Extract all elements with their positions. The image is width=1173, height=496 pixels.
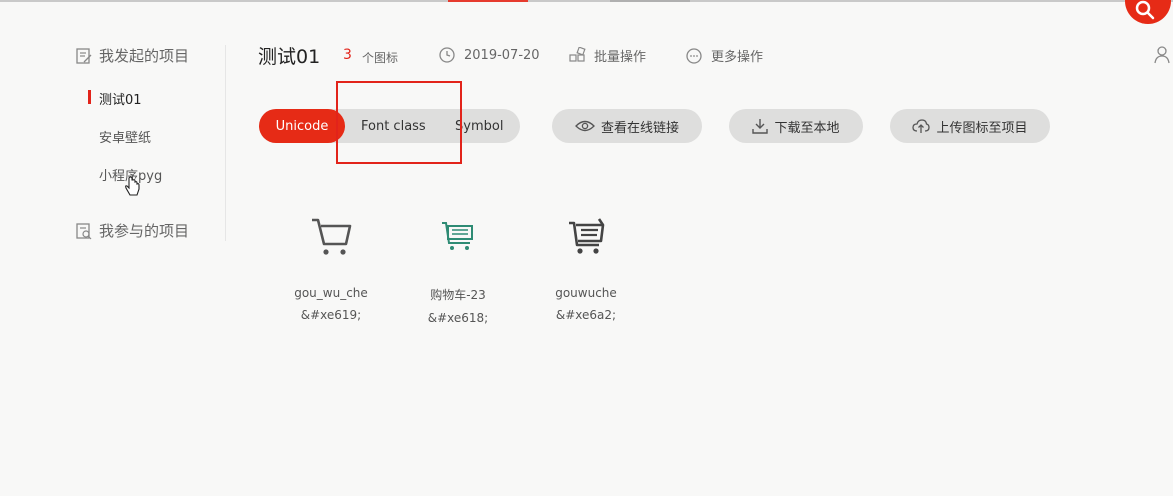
- my-projects-header[interactable]: 我发起的项目: [75, 45, 189, 66]
- tab-symbol[interactable]: Symbol: [455, 119, 503, 134]
- tab-unicode[interactable]: Unicode: [259, 109, 345, 143]
- date-label: 2019-07-20: [464, 47, 540, 63]
- view-link-label: 查看在线链接: [600, 120, 679, 136]
- joined-projects-label: 我参与的项目: [99, 222, 190, 240]
- document-search-icon: [76, 222, 92, 239]
- top-tab-indicator-secondary: [610, 0, 690, 2]
- batch-label: 批量操作: [594, 50, 647, 65]
- search-icon: [1135, 0, 1155, 20]
- icon-card-cart-23[interactable]: 购物车-23 &#xe618;: [403, 210, 513, 325]
- user-icon[interactable]: [1153, 45, 1173, 65]
- created-date: 2019-07-20: [438, 46, 540, 64]
- more-icon: [686, 47, 702, 64]
- joined-projects-header[interactable]: 我参与的项目: [75, 220, 189, 241]
- project-title: 测试01: [258, 46, 321, 68]
- cart-lines-icon: [569, 218, 605, 254]
- icon-name: gouwuche: [555, 286, 617, 300]
- icon-count-label: 个图标: [362, 51, 399, 65]
- more-label: 更多操作: [711, 50, 764, 65]
- batch-operation-button[interactable]: 批量操作: [568, 46, 646, 65]
- cart-icon: [312, 218, 352, 255]
- document-edit-icon: [76, 47, 92, 64]
- icon-code: &#xe6a2;: [555, 308, 617, 322]
- more-operations-button[interactable]: 更多操作: [685, 46, 763, 65]
- hand-cursor-icon: [125, 176, 140, 196]
- grid-icon: [569, 46, 586, 62]
- cart-list-icon: [442, 222, 473, 250]
- icon-code: &#xe618;: [427, 311, 489, 325]
- search-button[interactable]: [1125, 0, 1171, 24]
- download-button[interactable]: 下载至本地: [729, 109, 863, 143]
- icon-name: 购物车-23: [430, 288, 486, 302]
- icon-code: &#xe619;: [300, 308, 362, 322]
- upload-button[interactable]: 上传图标至项目: [890, 109, 1050, 143]
- my-projects-label: 我发起的项目: [99, 47, 190, 65]
- download-label: 下载至本地: [774, 120, 840, 136]
- sidebar-item-ceshi01[interactable]: 测试01: [99, 89, 142, 108]
- sidebar-divider: [225, 45, 226, 241]
- icon-card-gouwuche[interactable]: gouwuche &#xe6a2;: [531, 210, 641, 322]
- icon-card-gou-wu-che[interactable]: gou_wu_che &#xe619;: [276, 210, 386, 322]
- sidebar-item-android-wallpaper[interactable]: 安卓壁纸: [99, 127, 151, 146]
- download-icon: [752, 119, 769, 134]
- clock-icon: [439, 47, 455, 63]
- upload-label: 上传图标至项目: [936, 120, 1028, 136]
- icon-count: 3: [343, 47, 352, 63]
- active-indicator: [88, 90, 91, 104]
- top-tab-indicator: [448, 0, 528, 2]
- annotation-highlight-box: [336, 81, 462, 164]
- cloud-upload-icon: [912, 119, 931, 133]
- sidebar: 我发起的项目 测试01 安卓壁纸 小程序pyg 我参与的项目: [75, 0, 225, 250]
- eye-icon: [575, 120, 595, 132]
- icon-name: gou_wu_che: [294, 286, 368, 300]
- view-online-link-button[interactable]: 查看在线链接: [552, 109, 702, 143]
